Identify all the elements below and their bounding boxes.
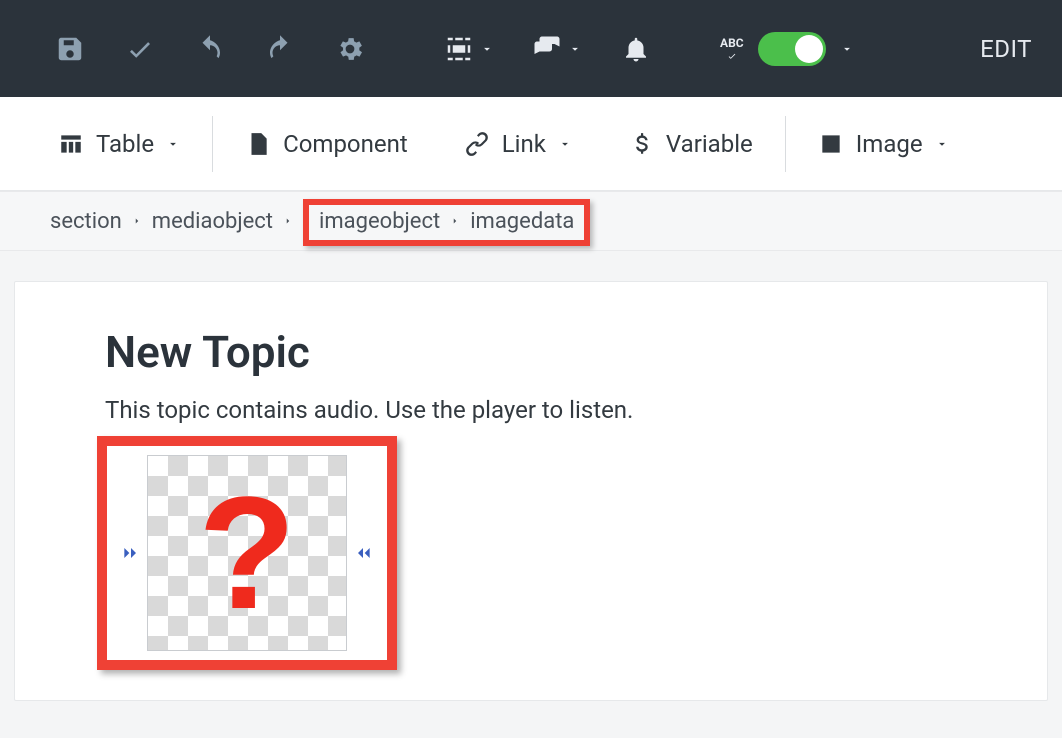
- chevron-down-icon: [840, 42, 854, 56]
- spellcheck-button[interactable]: ABC: [720, 37, 744, 61]
- insert-variable-button[interactable]: Variable: [600, 116, 781, 172]
- comments-icon: [532, 34, 562, 64]
- separator: [212, 116, 213, 172]
- insert-image-button[interactable]: Image: [790, 116, 977, 172]
- resize-handle-left[interactable]: [121, 541, 141, 565]
- spellcheck-label: ABC: [720, 37, 744, 49]
- comments-dropdown[interactable]: [518, 19, 596, 79]
- undo-icon: [195, 34, 225, 64]
- notifications-button[interactable]: [606, 19, 666, 79]
- chevron-down-icon: [935, 137, 949, 151]
- chevron-down-icon: [166, 137, 180, 151]
- save-icon: [55, 34, 85, 64]
- spellcheck-group: ABC: [706, 19, 868, 79]
- gear-icon: [335, 34, 365, 64]
- frame-icon: [444, 34, 474, 64]
- media-placeholder-highlight: ?: [97, 436, 397, 670]
- document-icon: [245, 131, 271, 157]
- settings-button[interactable]: [320, 19, 380, 79]
- insert-link-label: Link: [502, 130, 546, 158]
- undo-button[interactable]: [180, 19, 240, 79]
- chevron-down-icon: [558, 137, 572, 151]
- check-icon: [125, 34, 155, 64]
- double-arrow-right-icon: [121, 543, 141, 563]
- image-icon: [818, 131, 844, 157]
- insert-link-button[interactable]: Link: [436, 116, 600, 172]
- document-card: New Topic This topic contains audio. Use…: [14, 281, 1048, 701]
- insert-toolbar: Table Component Link Variable Image: [0, 97, 1062, 191]
- breadcrumb: section mediaobject imageobject imagedat…: [0, 191, 1062, 251]
- breadcrumb-highlight: imageobject imagedata: [303, 199, 590, 246]
- document-paragraph[interactable]: This topic contains audio. Use the playe…: [105, 396, 957, 424]
- check-icon: [724, 51, 740, 61]
- missing-media-icon: ?: [198, 473, 296, 633]
- caret-right-icon: [283, 214, 293, 228]
- insert-variable-label: Variable: [666, 130, 753, 158]
- spellcheck-toggle[interactable]: [758, 32, 826, 66]
- dollar-icon: [628, 131, 654, 157]
- insert-image-label: Image: [856, 130, 923, 158]
- breadcrumb-item[interactable]: mediaobject: [152, 209, 273, 234]
- insert-table-label: Table: [96, 130, 154, 158]
- chevron-down-icon: [480, 42, 494, 56]
- link-icon: [464, 131, 490, 157]
- top-toolbar: ABC EDIT: [0, 0, 1062, 97]
- save-button[interactable]: [40, 19, 100, 79]
- toggle-knob: [795, 35, 823, 63]
- confirm-button[interactable]: [110, 19, 170, 79]
- insert-table-button[interactable]: Table: [30, 116, 208, 172]
- double-arrow-left-icon: [353, 543, 373, 563]
- editor-area: New Topic This topic contains audio. Use…: [0, 251, 1062, 701]
- insert-component-label: Component: [283, 130, 408, 158]
- breadcrumb-item[interactable]: imageobject: [319, 209, 440, 234]
- chevron-down-icon: [568, 42, 582, 56]
- table-icon: [58, 131, 84, 157]
- breadcrumb-item[interactable]: section: [50, 209, 122, 234]
- caret-right-icon: [132, 214, 142, 228]
- redo-icon: [265, 34, 295, 64]
- layout-dropdown[interactable]: [430, 19, 508, 79]
- resize-handle-right[interactable]: [353, 541, 373, 565]
- insert-component-button[interactable]: Component: [217, 116, 436, 172]
- separator: [785, 116, 786, 172]
- breadcrumb-item[interactable]: imagedata: [470, 209, 574, 234]
- caret-right-icon: [450, 214, 460, 228]
- bell-icon: [621, 34, 651, 64]
- media-placeholder[interactable]: ?: [147, 455, 347, 651]
- mode-label[interactable]: EDIT: [980, 35, 1042, 63]
- document-title[interactable]: New Topic: [105, 326, 957, 378]
- redo-button[interactable]: [250, 19, 310, 79]
